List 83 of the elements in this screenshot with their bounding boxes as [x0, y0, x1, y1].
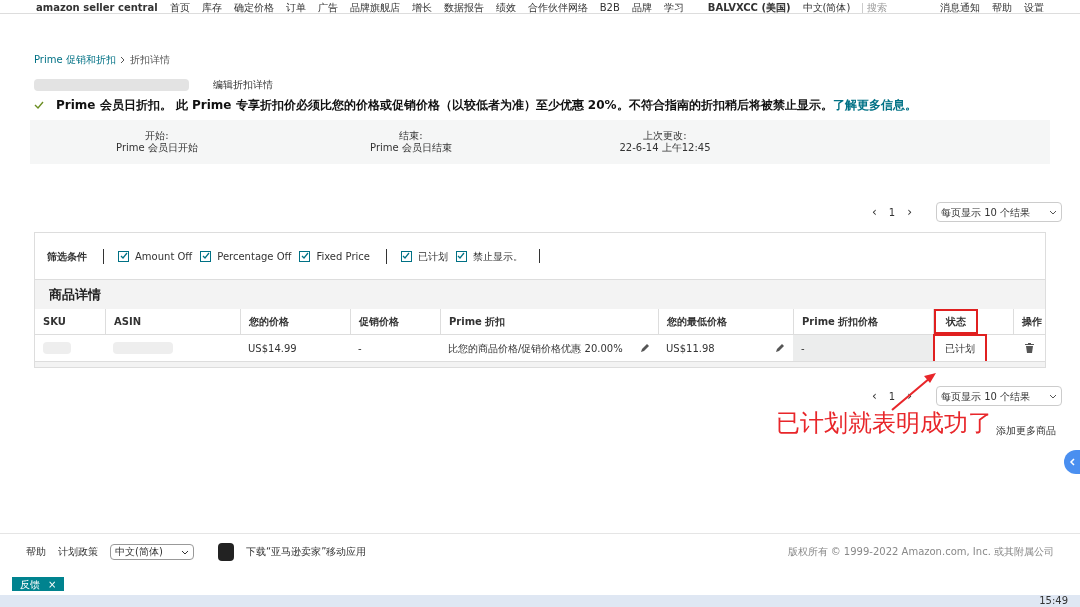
nav-menu-item[interactable]: 库存 [201, 3, 222, 13]
chevron-left-icon [1069, 458, 1075, 466]
table-title: 商品详情 [49, 285, 101, 304]
language-selector[interactable]: 中文(简体) [802, 3, 851, 13]
summary-label: 结束: [399, 130, 423, 142]
summary-label: 开始: [145, 130, 169, 142]
checkbox[interactable] [400, 250, 412, 262]
nav-menu-item[interactable]: B2B [599, 3, 620, 13]
nav-menu-item[interactable]: 学习 [663, 3, 684, 13]
nav-menu-item[interactable]: 品牌旗舰店 [349, 3, 400, 13]
close-button[interactable]: × [48, 576, 57, 592]
table-cell: - [358, 342, 362, 354]
chevron-down-icon [1049, 208, 1057, 216]
pencil-icon[interactable] [640, 343, 650, 353]
per-page-dropdown[interactable]: 每页显示 10 个结果 [936, 202, 1062, 222]
edit-discount-link[interactable]: 编辑折扣详情 [213, 77, 273, 92]
app-icon [218, 542, 234, 561]
column-header: Prime 折扣 [449, 315, 506, 329]
previous-page-button[interactable]: ‹ [872, 387, 877, 405]
filter-option-label[interactable]: Amount Off [135, 248, 193, 264]
nav-menu-item[interactable]: 确定价格 [233, 3, 274, 13]
learn-more-link[interactable]: 了解更多信息。 [832, 98, 917, 112]
breadcrumb-current: 折扣详情 [129, 53, 170, 67]
per-page-dropdown[interactable]: 每页显示 10 个结果 [936, 386, 1062, 406]
copyright-text: 版权所有 © 1999-2022 Amazon.com, Inc. 或其附属公司 [787, 545, 1054, 559]
nav-menu-item[interactable]: 品牌 [631, 3, 652, 13]
column-header: 促销价格 [359, 315, 399, 329]
nav-menu-item[interactable]: 首页 [169, 3, 190, 13]
header-link[interactable]: 设置 [1024, 3, 1044, 13]
table-cell-text: US$11.98 [666, 341, 715, 356]
footer-link[interactable]: 帮助 [26, 544, 46, 559]
filter-option-label[interactable]: 已计划 [417, 248, 448, 264]
language-dropdown[interactable]: 中文(简体) [110, 543, 194, 560]
check-icon [34, 100, 44, 110]
column-header: ASIN [114, 315, 142, 329]
checkbox[interactable] [200, 250, 212, 262]
store-selector[interactable]: BALVXCC (美国) [707, 3, 791, 13]
column-header: 状态 [934, 309, 978, 334]
feedback-tab[interactable]: 反馈 × [12, 577, 65, 591]
checkbox[interactable] [118, 250, 129, 262]
column-header: 您的最低价格 [667, 315, 727, 329]
summary-label: 上次更改: [643, 130, 687, 142]
table-cell-text: - [801, 341, 805, 356]
summary-value: 22-6-14 上午12:45 [619, 142, 711, 154]
checkbox[interactable] [455, 250, 467, 262]
column-header: 您的价格 [249, 315, 289, 329]
nav-menu-item[interactable]: 绩效 [495, 3, 516, 13]
side-panel-toggle[interactable] [1064, 450, 1080, 474]
header-link[interactable]: 消息通知 [940, 3, 980, 13]
filter-option-label[interactable]: Fixed Price [316, 248, 370, 264]
filter-option-label[interactable]: 禁止显示。 [472, 248, 523, 264]
column-header: Prime 折扣价格 [802, 315, 879, 329]
column-header: SKU [43, 315, 66, 329]
add-more-products-link[interactable]: 添加更多商品 [996, 423, 1056, 438]
nav-menu-item[interactable]: 合作伙伴网络 [527, 3, 588, 13]
chevron-down-icon [1049, 392, 1057, 400]
checkbox[interactable] [299, 250, 311, 262]
filter-label: 筛选条件 [47, 249, 87, 264]
logo[interactable]: amazon seller central [36, 3, 158, 13]
chevron-right-icon [119, 55, 126, 64]
nav-menu-item[interactable]: 增长 [411, 3, 432, 13]
annotation-text: 已计划就表明成功了 [776, 408, 992, 438]
footer-link[interactable]: 计划政策 [58, 544, 98, 559]
header-link[interactable]: 帮助 [992, 3, 1012, 13]
previous-page-button[interactable]: ‹ [872, 203, 877, 221]
nav-menu-item[interactable]: 数据报告 [443, 3, 484, 13]
taskbar-clock: 15:49 [1039, 596, 1068, 606]
nav-menu-item[interactable]: 广告 [317, 3, 338, 13]
page-number[interactable]: 1 [888, 204, 896, 220]
page-number[interactable]: 1 [888, 388, 896, 404]
pencil-icon[interactable] [775, 343, 785, 353]
table-cell: US$14.99 [248, 342, 297, 354]
filter-option-label[interactable]: Percentage Off [217, 248, 292, 264]
column-header: 操作 [1022, 315, 1042, 329]
nav-menu-item[interactable]: 订单 [285, 3, 306, 13]
app-download-link[interactable]: 下载“亚马逊卖家”移动应用 [246, 544, 367, 559]
next-page-button[interactable]: › [907, 203, 912, 221]
breadcrumb-link[interactable]: Prime 促销和折扣 [34, 52, 116, 67]
notice-text: Prime 会员日折扣。 此 Prime 专享折扣价必须比您的价格或促销价格（以较低者为准）至少优惠 20%。不符合指南的折扣稍后将被禁止显示。了解更多信息。 [56, 97, 917, 114]
table-cell-text: 比您的商品价格/促销价格优惠 20.00% [448, 341, 623, 356]
summary-value: Prime 会员日开始 [116, 142, 198, 154]
summary-value: Prime 会员日结束 [370, 142, 452, 154]
trash-icon[interactable] [1024, 343, 1034, 353]
